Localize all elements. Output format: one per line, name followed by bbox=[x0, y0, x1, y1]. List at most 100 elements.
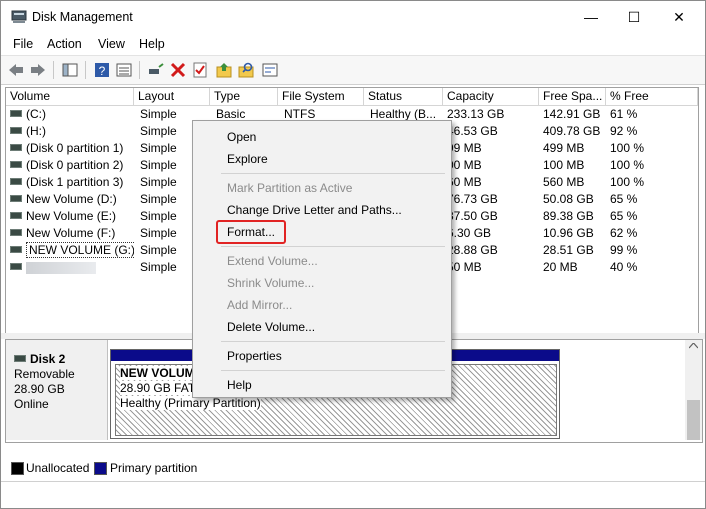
maximize-icon: ☐ bbox=[627, 8, 641, 25]
up-folder-icon[interactable] bbox=[215, 61, 233, 79]
cell-volume: (Disk 0 partition 2) bbox=[10, 157, 134, 174]
column-header-percent-free[interactable]: % Free bbox=[606, 88, 698, 105]
menu-separator bbox=[221, 173, 445, 174]
partition-name: NEW VOLUM bbox=[120, 366, 195, 380]
disk-kind: Removable bbox=[14, 367, 75, 381]
cell-capacity: 46.53 GB bbox=[447, 124, 498, 138]
toolbar-separator bbox=[53, 61, 54, 79]
volume-name: NEW VOLUME (G:) bbox=[26, 242, 134, 258]
forward-arrow-icon[interactable] bbox=[29, 61, 47, 79]
menu-delete-volume[interactable]: Delete Volume... bbox=[227, 320, 315, 334]
toolbar: ? bbox=[1, 55, 705, 85]
partition-size: 28.90 GB FAT3 bbox=[120, 381, 202, 395]
menu-bar: File Action View Help bbox=[1, 33, 705, 55]
cell-free: 560 MB bbox=[543, 175, 585, 189]
legend-primary-swatch bbox=[94, 462, 107, 475]
menu-explore[interactable]: Explore bbox=[227, 152, 268, 166]
menu-help-item[interactable]: Help bbox=[227, 378, 252, 392]
menu-help[interactable]: Help bbox=[139, 37, 165, 51]
volume-icon bbox=[10, 178, 22, 186]
cell-capacity: 99 MB bbox=[447, 141, 482, 155]
disk-size: 28.90 GB bbox=[14, 382, 65, 396]
volume-icon bbox=[10, 195, 22, 203]
cell-volume bbox=[10, 259, 134, 276]
column-header-file-system[interactable]: File System bbox=[278, 88, 364, 105]
connect-icon[interactable] bbox=[147, 61, 165, 79]
console-tree-icon[interactable] bbox=[61, 61, 79, 79]
volume-icon bbox=[10, 229, 22, 237]
back-arrow-icon[interactable] bbox=[7, 61, 25, 79]
volume-icon bbox=[10, 212, 22, 220]
svg-text:?: ? bbox=[99, 64, 106, 78]
column-header-free-space[interactable]: Free Spa... bbox=[539, 88, 606, 105]
menu-file[interactable]: File bbox=[13, 37, 33, 51]
volume-list-header: Volume Layout Type File System Status Ca… bbox=[6, 88, 698, 106]
cell-free: 142.91 GB bbox=[543, 107, 601, 121]
cell-pct: 40 % bbox=[610, 260, 638, 274]
cell-capacity: 76.73 GB bbox=[447, 192, 498, 206]
cell-free: 20 MB bbox=[543, 260, 578, 274]
list-icon[interactable] bbox=[115, 61, 133, 79]
disk-state: Online bbox=[14, 397, 49, 411]
cell-capacity: 28.88 GB bbox=[447, 243, 498, 257]
cell-volume: (Disk 1 partition 3) bbox=[10, 174, 134, 191]
context-menu: Open Explore Mark Partition as Active Ch… bbox=[192, 120, 452, 398]
menu-separator bbox=[221, 370, 445, 371]
cell-capacity: 233.13 GB bbox=[447, 107, 505, 121]
cell-capacity: 00 MB bbox=[447, 158, 482, 172]
cell-pct: 100 % bbox=[610, 175, 645, 189]
volume-name: New Volume (F:) bbox=[26, 226, 116, 240]
scroll-thumb[interactable] bbox=[687, 400, 700, 440]
menu-open[interactable]: Open bbox=[227, 130, 256, 144]
cell-volume: (Disk 0 partition 1) bbox=[10, 140, 134, 157]
toolbar-separator bbox=[139, 61, 140, 79]
menu-extend-volume: Extend Volume... bbox=[227, 254, 318, 268]
menu-properties[interactable]: Properties bbox=[227, 349, 282, 363]
menu-action[interactable]: Action bbox=[47, 37, 82, 51]
cell-volume: New Volume (F:) bbox=[10, 225, 134, 242]
column-header-layout[interactable]: Layout bbox=[134, 88, 210, 105]
cell-free: 409.78 GB bbox=[543, 124, 601, 138]
cell-pct: 100 % bbox=[610, 141, 645, 155]
cell-volume: (H:) bbox=[10, 123, 134, 140]
cell-volume: NEW VOLUME (G:) bbox=[10, 242, 134, 259]
cell-pct: 62 % bbox=[610, 226, 638, 240]
format-highlight-box bbox=[216, 220, 286, 244]
disk-name: Disk 2 bbox=[14, 352, 65, 366]
redacted-label bbox=[26, 261, 96, 274]
legend-unallocated: Unallocated bbox=[26, 461, 90, 475]
column-header-capacity[interactable]: Capacity bbox=[443, 88, 539, 105]
menu-view[interactable]: View bbox=[98, 37, 125, 51]
search-icon[interactable] bbox=[237, 61, 255, 79]
disk-label[interactable]: Disk 2 Removable 28.90 GB Online bbox=[6, 340, 108, 440]
menu-mark-active: Mark Partition as Active bbox=[227, 181, 353, 195]
volume-icon bbox=[10, 144, 22, 152]
volume-name: New Volume (E:) bbox=[26, 209, 117, 223]
legend-unallocated-swatch bbox=[11, 462, 24, 475]
cell-pct: 61 % bbox=[610, 107, 638, 121]
checklist-icon[interactable] bbox=[191, 61, 209, 79]
volume-icon bbox=[10, 263, 22, 271]
menu-shrink-volume: Shrink Volume... bbox=[227, 276, 315, 290]
scroll-up-icon[interactable] bbox=[689, 343, 698, 349]
disk-pane-scrollbar[interactable] bbox=[685, 340, 702, 440]
delete-icon[interactable] bbox=[169, 61, 187, 79]
minimize-button[interactable]: — bbox=[568, 1, 614, 33]
cell-pct: 99 % bbox=[610, 243, 638, 257]
help-icon[interactable]: ? bbox=[93, 61, 111, 79]
cell-volume: New Volume (E:) bbox=[10, 208, 134, 225]
legend-primary: Primary partition bbox=[110, 461, 198, 475]
menu-add-mirror: Add Mirror... bbox=[227, 298, 293, 312]
properties-icon[interactable] bbox=[261, 61, 279, 79]
menu-separator bbox=[221, 341, 445, 342]
cell-free: 89.38 GB bbox=[543, 209, 594, 223]
column-header-status[interactable]: Status bbox=[364, 88, 443, 105]
column-header-type[interactable]: Type bbox=[210, 88, 278, 105]
close-button[interactable]: ✕ bbox=[656, 1, 702, 33]
legend: Unallocated Primary partition bbox=[1, 453, 705, 479]
volume-name: (H:) bbox=[26, 124, 46, 138]
column-header-volume[interactable]: Volume bbox=[6, 88, 134, 105]
maximize-button[interactable]: ☐ bbox=[611, 1, 657, 33]
cell-capacity: 6.30 GB bbox=[447, 226, 492, 240]
menu-change-drive-letter[interactable]: Change Drive Letter and Paths... bbox=[227, 203, 402, 217]
